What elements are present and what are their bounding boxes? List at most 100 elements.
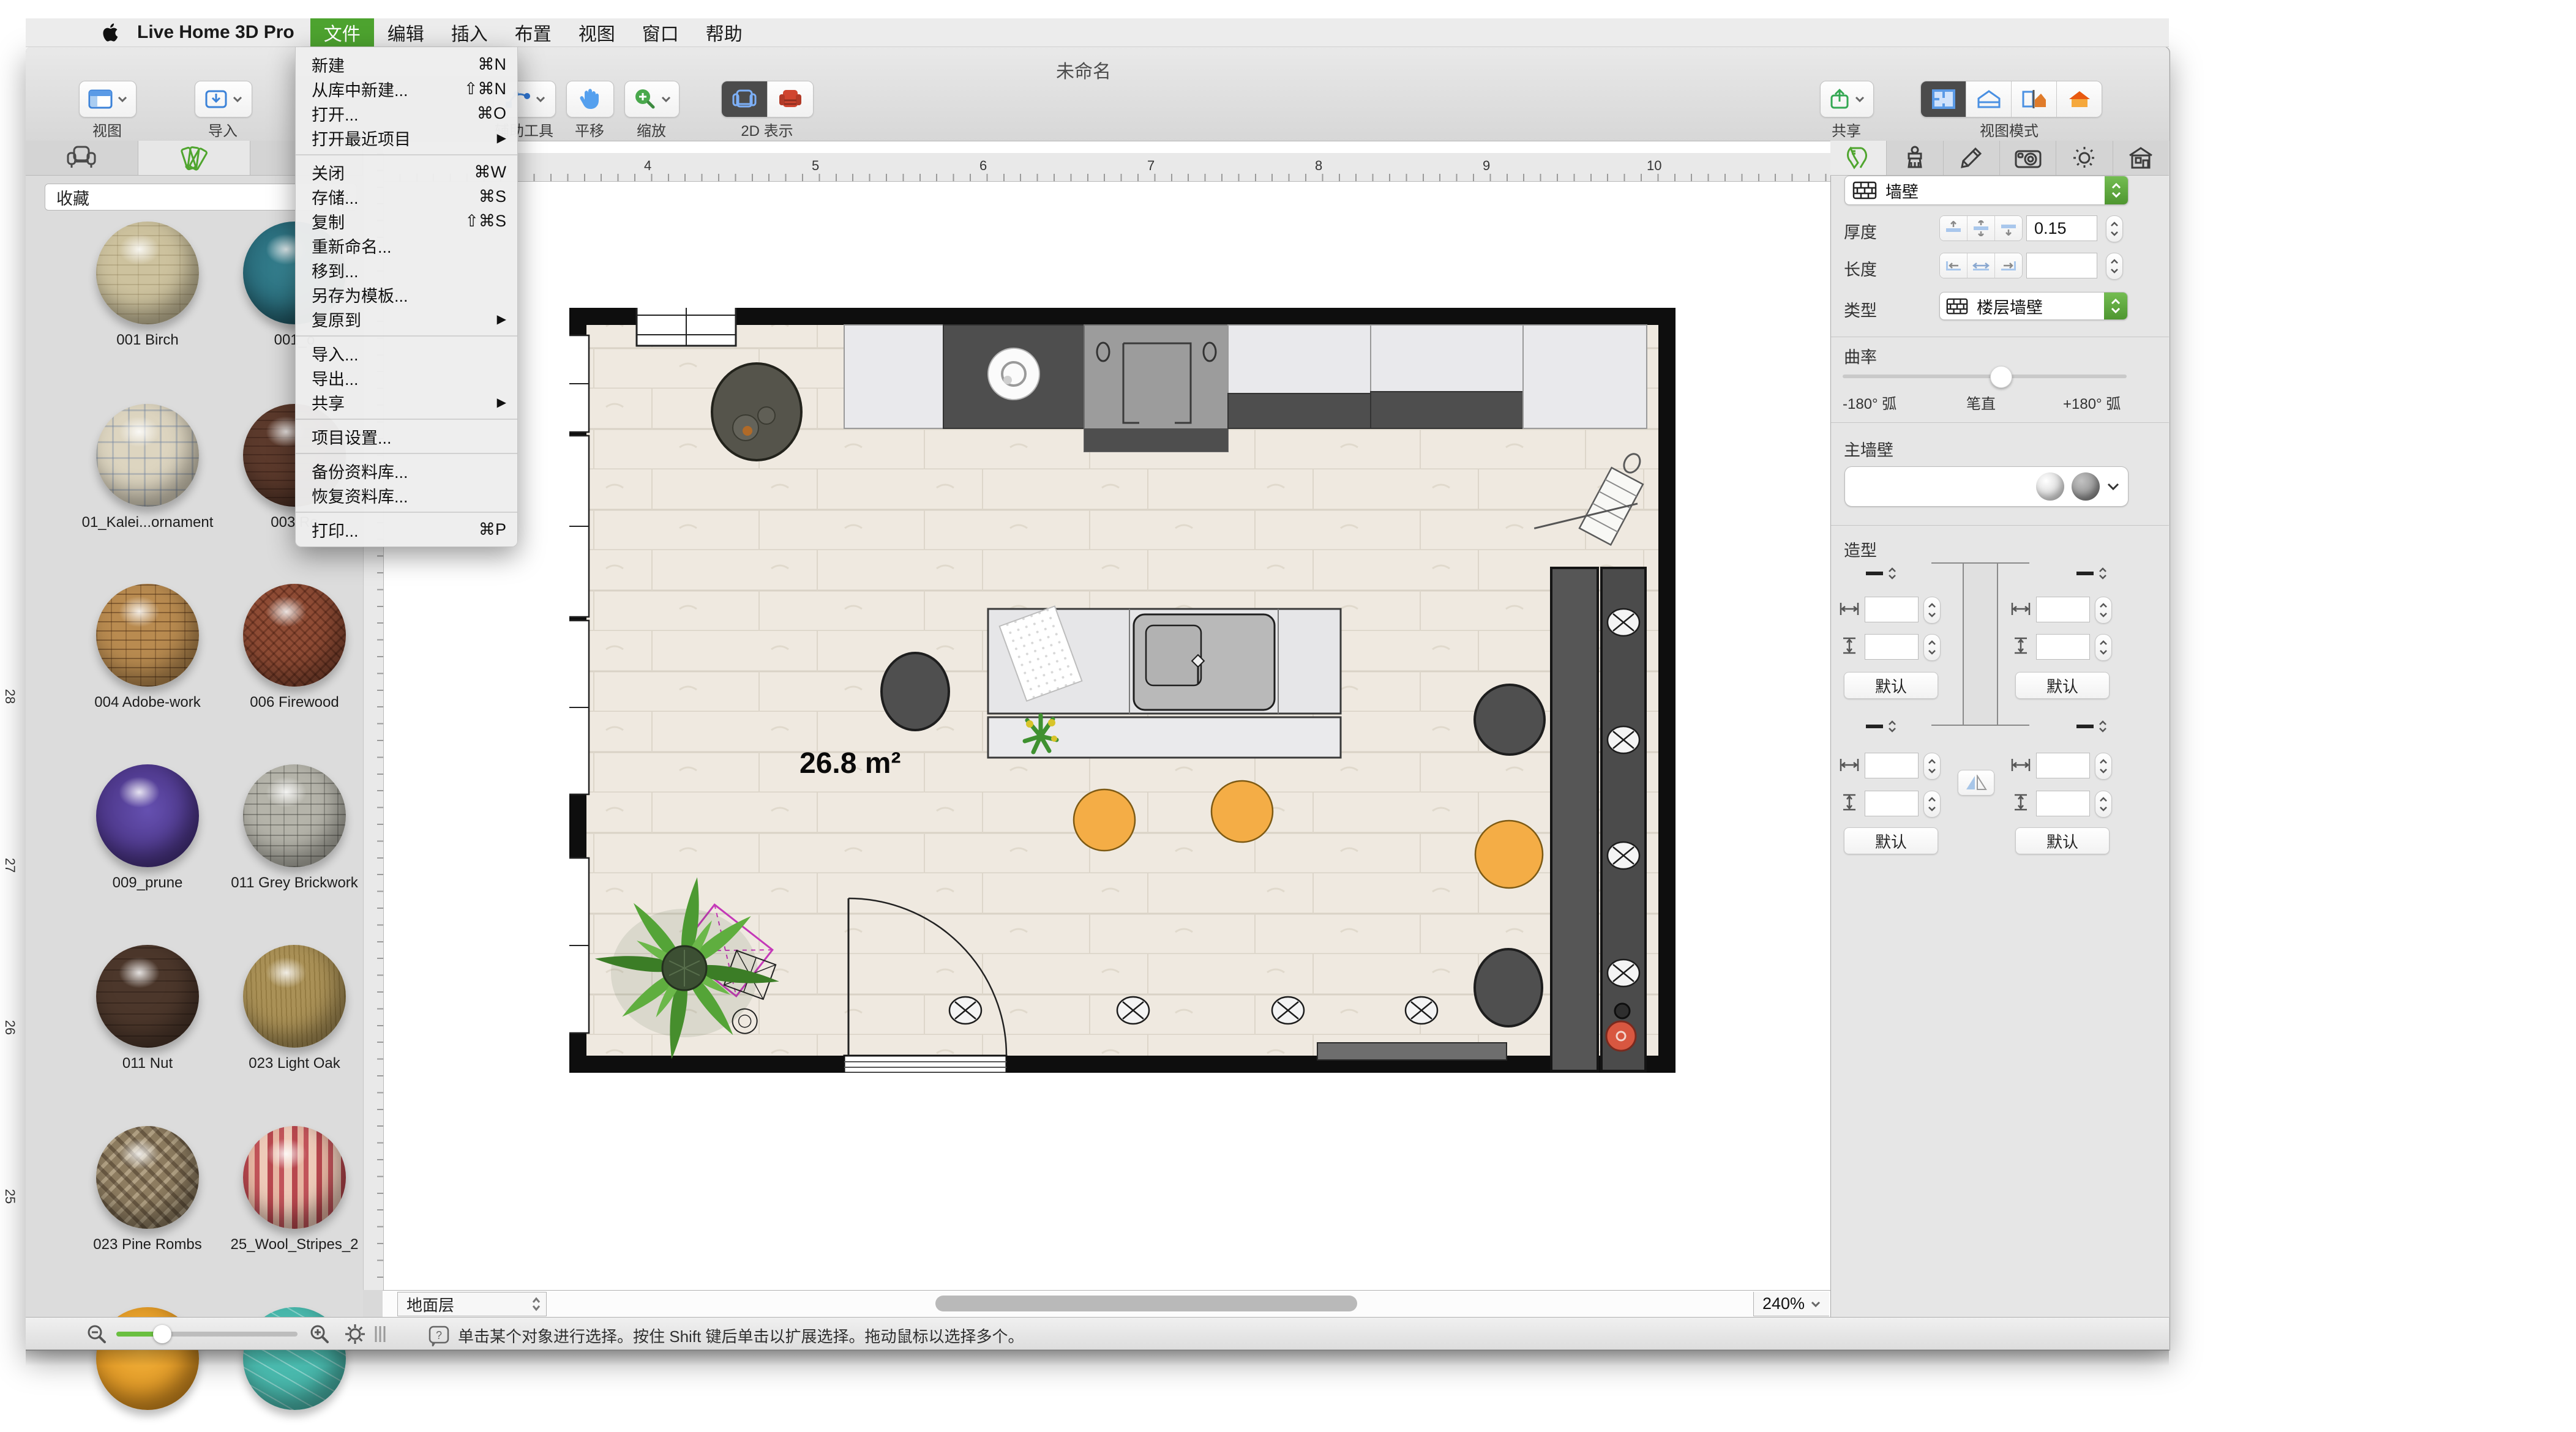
kitchen-island[interactable]	[988, 606, 1341, 758]
menu-item-project-settings[interactable]: 项目设置...	[296, 424, 517, 449]
zoom-tool-button[interactable]	[624, 81, 680, 117]
menu-file[interactable]: 文件	[310, 18, 374, 47]
menu-item-share[interactable]: 共享▶	[296, 390, 517, 414]
material-item[interactable]: 009_prune	[74, 764, 221, 892]
view-layout-button[interactable]	[79, 81, 137, 117]
view-mode-split-button[interactable]	[2012, 81, 2057, 117]
gear-icon[interactable]	[344, 1323, 366, 1345]
molding-width-input-tr[interactable]	[2036, 597, 2090, 622]
tab-dimensions[interactable]	[1830, 141, 1887, 175]
zoom-out-icon[interactable]	[86, 1324, 108, 1344]
view-mode-3d-button[interactable]	[2057, 81, 2102, 117]
ceiling-light-icon[interactable]	[949, 997, 981, 1024]
length-stepper[interactable]	[2106, 253, 2123, 280]
molding-default-button-tr[interactable]: 默认	[2015, 672, 2110, 699]
tab-edit-pencil[interactable]	[1944, 141, 2000, 175]
mirror-molding-button[interactable]	[1958, 770, 1994, 796]
material-item[interactable]: 006 Firewood	[221, 584, 368, 711]
molding-style-select-br[interactable]	[2076, 717, 2113, 736]
view-mode-floorplan-button[interactable]	[1921, 81, 1966, 117]
molding-height-stepper-bl[interactable]	[1923, 791, 1941, 818]
material-item[interactable]: 25_Wool_Stripes_2	[221, 1126, 368, 1253]
horizontal-scrollbar[interactable]	[935, 1296, 1357, 1311]
length-align-center-button[interactable]	[1968, 253, 1995, 278]
share-button[interactable]	[1820, 81, 1874, 117]
wall-light-icon[interactable]	[1608, 842, 1639, 869]
chair-dark[interactable]	[882, 653, 949, 730]
menu-insert[interactable]: 插入	[438, 18, 501, 47]
molding-width-stepper-bl[interactable]	[1923, 753, 1941, 780]
molding-width-input-bl[interactable]	[1865, 753, 1919, 778]
window-left[interactable]	[569, 621, 589, 794]
menu-item-import[interactable]: 导入...	[296, 341, 517, 365]
thickness-align-top-button[interactable]	[1940, 216, 1968, 241]
menu-item-save-as-template[interactable]: 另存为模板...	[296, 282, 517, 307]
representation-2d-flat-button[interactable]	[722, 81, 768, 117]
molding-width-stepper-tr[interactable]	[2095, 597, 2112, 624]
material-item[interactable]: 023 Pine Rombs	[74, 1126, 221, 1253]
window-top[interactable]	[637, 308, 736, 346]
help-bubble-icon[interactable]: ?	[429, 1326, 449, 1346]
thickness-align-center-button[interactable]	[1968, 216, 1995, 241]
slider-thumb[interactable]	[153, 1325, 171, 1343]
length-align-left-button[interactable]	[1940, 253, 1968, 278]
menu-item-save[interactable]: 存储...⌘S	[296, 184, 517, 209]
red-spot-light[interactable]	[1606, 1021, 1636, 1051]
molding-height-input-br[interactable]	[2036, 791, 2090, 816]
ceiling-light-icon[interactable]	[1117, 997, 1149, 1024]
menu-item-revert-to[interactable]: 复原到▶	[296, 307, 517, 331]
tab-furniture[interactable]	[26, 141, 138, 175]
ceiling-light-icon[interactable]	[1406, 997, 1437, 1024]
material-item[interactable]: 011 Grey Brickwork	[221, 764, 368, 892]
representation-2d-solid-button[interactable]	[768, 81, 813, 117]
main-wall-material-select[interactable]	[1844, 466, 2129, 507]
menu-item-open[interactable]: 打开...⌘O	[296, 101, 517, 125]
molding-height-stepper-tr[interactable]	[2095, 634, 2112, 661]
molding-style-select-tr[interactable]	[2076, 564, 2113, 583]
molding-height-input-bl[interactable]	[1865, 791, 1919, 816]
round-table[interactable]	[712, 364, 801, 460]
wall-light-icon[interactable]	[1608, 960, 1639, 986]
stool-orange[interactable]	[1074, 789, 1135, 851]
zoom-level-select[interactable]: 240%	[1753, 1292, 1829, 1316]
molding-style-select-bl[interactable]	[1866, 717, 1903, 736]
apple-icon[interactable]	[100, 22, 119, 43]
molding-width-stepper-br[interactable]	[2095, 753, 2112, 780]
molding-default-button-br[interactable]: 默认	[2015, 827, 2110, 854]
length-align-right-button[interactable]	[1995, 253, 2022, 278]
wall-light-icon[interactable]	[1608, 726, 1639, 753]
menu-edit[interactable]: 编辑	[374, 18, 438, 47]
material-item[interactable]: 001 Birch	[74, 222, 221, 349]
material-item[interactable]: 011 Nut	[74, 945, 221, 1072]
wall-type-select[interactable]: 楼层墙壁	[1939, 292, 2128, 320]
floor-selector[interactable]: 地面层	[397, 1292, 547, 1316]
menu-item-backup-library[interactable]: 备份资料库...	[296, 458, 517, 483]
tab-camera[interactable]	[2000, 141, 2056, 175]
tab-materials-paint[interactable]	[1887, 141, 1943, 175]
menu-item-rename[interactable]: 重新命名...	[296, 233, 517, 258]
menu-item-move-to[interactable]: 移到...	[296, 258, 517, 282]
sphere-size-slider[interactable]	[116, 1332, 298, 1337]
molding-width-input-tl[interactable]	[1865, 597, 1919, 622]
menu-item-new[interactable]: 新建⌘N	[296, 52, 517, 76]
chair-dark[interactable]	[1475, 949, 1542, 1026]
molding-height-input-tr[interactable]	[2036, 634, 2090, 660]
import-button[interactable]	[195, 81, 252, 117]
tab-materials[interactable]	[138, 141, 251, 175]
wall-light-icon[interactable]	[1608, 609, 1639, 636]
zoom-in-icon[interactable]	[309, 1324, 331, 1344]
molding-default-button-tl[interactable]: 默认	[1844, 672, 1938, 699]
molding-height-stepper-br[interactable]	[2095, 791, 2112, 818]
door-mat[interactable]	[1317, 1043, 1507, 1060]
pan-button[interactable]	[566, 81, 614, 117]
thickness-input[interactable]: 0.15	[2026, 215, 2097, 241]
floor-plan[interactable]: 26.8 m²	[569, 308, 1676, 1073]
menu-window[interactable]: 窗口	[629, 18, 692, 47]
menu-help[interactable]: 帮助	[692, 18, 756, 47]
object-type-select[interactable]: 墙壁	[1844, 176, 2129, 205]
stool-orange[interactable]	[1475, 821, 1543, 888]
stool-orange[interactable]	[1211, 781, 1273, 842]
menu-view[interactable]: 视图	[565, 18, 629, 47]
menu-item-close[interactable]: 关闭⌘W	[296, 160, 517, 184]
menu-item-restore-library[interactable]: 恢复资料库...	[296, 483, 517, 507]
